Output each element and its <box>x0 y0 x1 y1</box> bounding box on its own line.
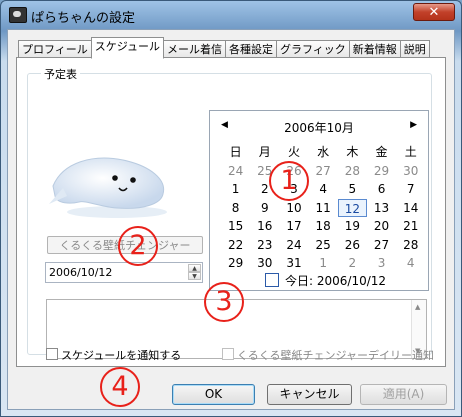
calendar-day[interactable]: 31 <box>279 254 308 273</box>
scroll-up-icon[interactable]: ▲ <box>415 303 420 311</box>
tab-6[interactable]: 説明 <box>399 40 430 58</box>
notify-schedule-checkbox[interactable]: スケジュールを通知する <box>46 347 181 363</box>
weekday-header: 火 <box>287 145 300 159</box>
tab-2[interactable]: メール着信 <box>163 40 227 58</box>
today-label: 今日: 2006/10/12 <box>285 274 387 288</box>
calendar-week-row: 29 30 31 1 2 3 4 <box>221 254 426 273</box>
tab-3[interactable]: 各種設定 <box>225 40 278 58</box>
daily-checkbox-label: くるくる壁紙チェンジャーデイリー通知 <box>237 349 435 362</box>
calendar-day[interactable]: 29 <box>221 254 250 273</box>
ok-button[interactable]: OK <box>172 384 255 405</box>
calendar-day[interactable]: 2 <box>338 254 367 273</box>
annotation-circle-3: 3 <box>204 282 244 322</box>
tab-1[interactable]: スケジュール <box>90 37 165 59</box>
calendar-week-row: 22 23 24 25 26 27 28 <box>221 236 426 255</box>
calendar-day[interactable]: 7 <box>396 180 425 199</box>
calendar-day[interactable]: 16 <box>250 217 279 236</box>
calendar-day[interactable]: 23 <box>250 236 279 255</box>
calendar-grid: 日月火水木金土 24 25 26 27 28 29 30 1 2 3 4 5 6 7 8 9 10 11 12 13 14… <box>221 143 426 273</box>
calendar-day[interactable]: 27 <box>367 236 396 255</box>
calendar-day[interactable]: 30 <box>396 162 425 181</box>
settings-window: ぱらちゃんの設定 ✕ プロフィール スケジュール メール着信 各種設定 グラフィック 新着… <box>0 0 462 417</box>
calendar-month-title[interactable]: 2006年10月 <box>210 119 428 136</box>
calendar-day[interactable]: 29 <box>367 162 396 181</box>
daily-checkbox-box[interactable] <box>222 348 234 360</box>
schedule-group-label: 予定表 <box>41 66 80 82</box>
calendar-day[interactable]: 5 <box>338 180 367 199</box>
calendar-week-row: 1234567 <box>221 180 426 199</box>
calendar-day[interactable]: 28 <box>338 162 367 181</box>
weekday-header: 木 <box>346 145 359 159</box>
spin-up-icon[interactable]: ▲ <box>188 264 201 272</box>
mascot-image <box>49 157 167 218</box>
weekday-header: 金 <box>375 145 388 159</box>
cancel-button[interactable]: キャンセル <box>267 384 352 405</box>
weekday-header: 土 <box>404 145 417 159</box>
calendar-day[interactable]: 30 <box>250 254 279 273</box>
calendar-day[interactable]: 22 <box>221 236 250 255</box>
tab-4[interactable]: グラフィック <box>276 40 350 58</box>
tab-0[interactable]: プロフィール <box>18 40 92 58</box>
calendar-day[interactable]: 11 <box>309 199 338 218</box>
calendar-day[interactable]: 1 <box>221 180 250 199</box>
dialog-client: プロフィール スケジュール メール着信 各種設定 グラフィック 新着情報 説明 予定表 く <box>7 29 455 410</box>
today-link[interactable]: 今日: 2006/10/12 <box>265 272 386 289</box>
date-spinner[interactable]: 2006/10/12 ▲ ▼ <box>45 262 203 283</box>
calendar-day[interactable]: 10 <box>279 199 308 218</box>
date-value: 2006/10/12 <box>49 266 113 279</box>
calendar-day[interactable]: 20 <box>367 217 396 236</box>
calendar-day[interactable]: 4 <box>309 180 338 199</box>
window-title: ぱらちゃんの設定 <box>31 11 136 26</box>
calendar-day[interactable]: 27 <box>309 162 338 181</box>
calendar-day[interactable]: 12 <box>337 198 367 217</box>
tab-strip: プロフィール スケジュール メール着信 各種設定 グラフィック 新着情報 説明 <box>18 37 430 59</box>
app-icon <box>9 7 27 23</box>
today-marker-icon <box>265 273 279 287</box>
weekday-header: 日 <box>229 145 242 159</box>
apply-button[interactable]: 適用(A) <box>360 384 447 405</box>
title-bar[interactable]: ぱらちゃんの設定 ✕ <box>1 1 461 29</box>
calendar-day[interactable]: 24 <box>279 236 308 255</box>
weekday-header: 月 <box>258 145 271 159</box>
close-button[interactable]: ✕ <box>413 3 455 21</box>
calendar-week-row: 24 25 26 27 28 29 30 <box>221 162 426 181</box>
annotation-circle-2: 2 <box>118 226 158 266</box>
calendar-day[interactable]: 28 <box>396 236 425 255</box>
spin-down-icon[interactable]: ▼ <box>188 272 201 280</box>
calendar-day[interactable]: 18 <box>309 217 338 236</box>
calendar-week-row: 15 16 17 18 19 20 21 <box>221 217 426 236</box>
calendar-day[interactable]: 14 <box>396 199 425 218</box>
weekday-header: 水 <box>317 145 330 159</box>
weekday-header-row: 日月火水木金土 <box>221 143 426 162</box>
month-calendar[interactable]: ◀ 2006年10月 ▶ 日月火水木金土 24 25 26 27 28 29 30 1 2 3 4 5 6… <box>209 110 429 291</box>
next-month-icon[interactable]: ▶ <box>410 120 417 130</box>
date-spin-buttons[interactable]: ▲ ▼ <box>188 264 201 281</box>
notify-checkbox-label: スケジュールを通知する <box>61 349 182 362</box>
calendar-week-row: 8 9 10 11 12 13 14 <box>221 198 426 218</box>
calendar-day[interactable]: 8 <box>221 199 250 218</box>
calendar-day[interactable]: 3 <box>367 254 396 273</box>
annotation-circle-1: 1 <box>269 161 309 201</box>
calendar-day[interactable]: 19 <box>338 217 367 236</box>
annotation-circle-4: 4 <box>100 367 140 407</box>
calendar-day[interactable]: 21 <box>396 217 425 236</box>
notify-checkbox-box[interactable] <box>46 348 58 360</box>
calendar-day[interactable]: 6 <box>367 180 396 199</box>
calendar-day[interactable]: 15 <box>221 217 250 236</box>
calendar-day[interactable]: 26 <box>338 236 367 255</box>
calendar-day[interactable]: 13 <box>367 199 396 218</box>
tab-5[interactable]: 新着情報 <box>348 40 401 58</box>
calendar-day[interactable]: 1 <box>309 254 338 273</box>
calendar-day[interactable]: 4 <box>396 254 425 273</box>
calendar-day[interactable]: 25 <box>309 236 338 255</box>
calendar-day[interactable]: 17 <box>279 217 308 236</box>
calendar-day[interactable]: 24 <box>221 162 250 181</box>
daily-notify-checkbox[interactable]: くるくる壁紙チェンジャーデイリー通知 <box>222 347 434 363</box>
calendar-day[interactable]: 9 <box>250 199 279 218</box>
